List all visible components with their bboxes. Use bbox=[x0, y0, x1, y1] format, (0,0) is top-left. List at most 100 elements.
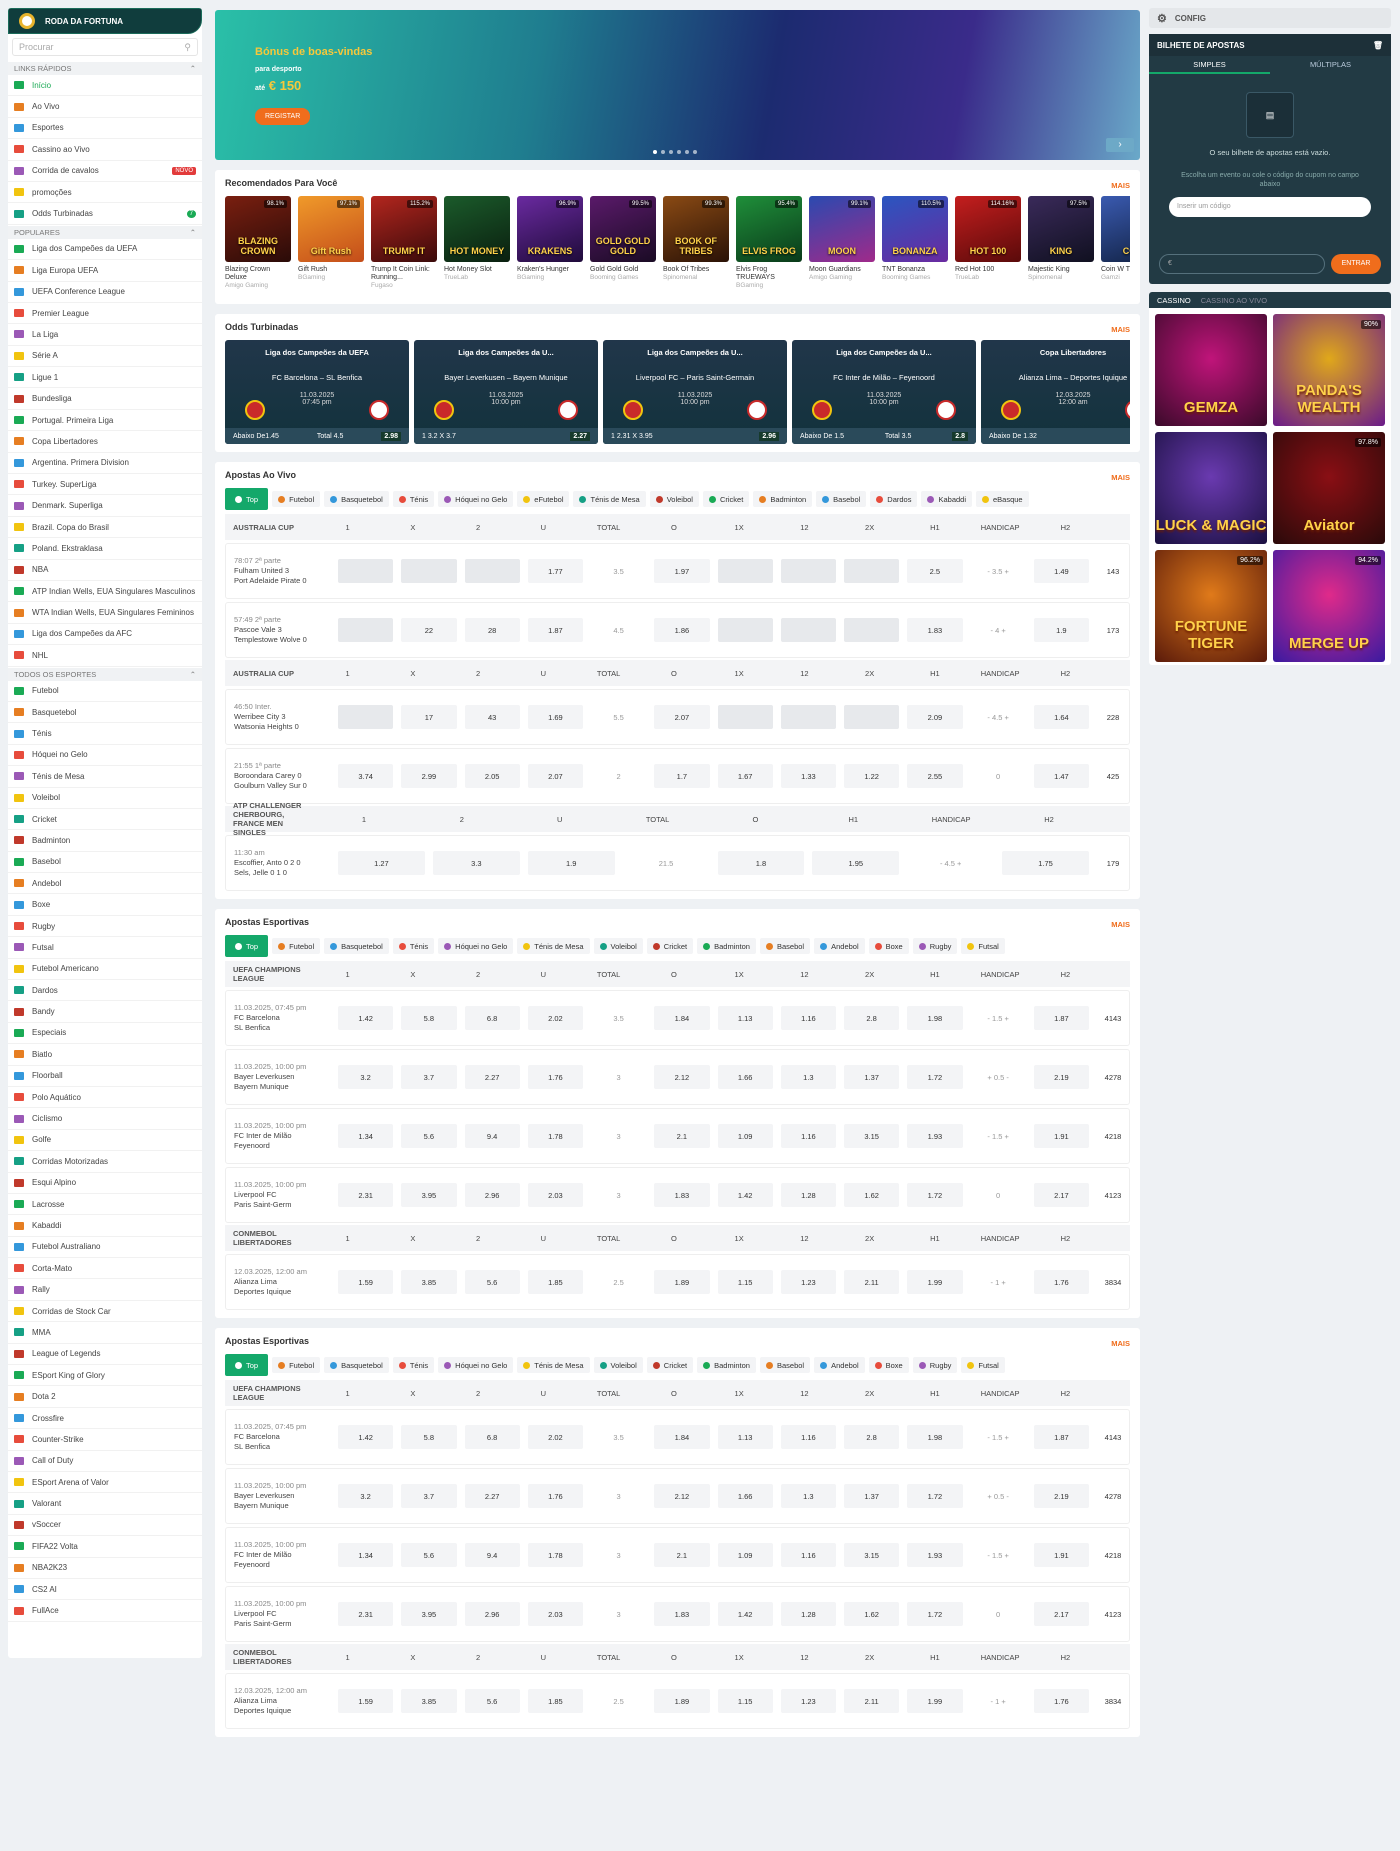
league-name[interactable]: AUSTRALIA CUP bbox=[225, 669, 315, 678]
odds-button[interactable]: 1.72 bbox=[907, 1484, 963, 1508]
odds-button[interactable]: 3.15 bbox=[844, 1124, 900, 1148]
game-tile[interactable]: 99.1% MOON Moon Guardians Amigo Gaming bbox=[809, 196, 875, 296]
sport-tab[interactable]: Top bbox=[225, 1354, 269, 1376]
game-thumbnail[interactable]: 95.4% ELVIS FROG bbox=[736, 196, 802, 262]
odds-button[interactable]: 2.17 bbox=[1033, 1183, 1089, 1207]
turbo-bet-bar[interactable]: Abaixo De 1.5 Total 3.5 2.8 bbox=[792, 428, 976, 444]
game-thumbnail[interactable]: 110.5% BONANZA bbox=[882, 196, 948, 262]
sport-tab[interactable]: eBasque bbox=[976, 491, 1029, 507]
sidebar-item[interactable]: Ligue 1 bbox=[8, 367, 202, 389]
game-thumbnail[interactable]: 114.16% HOT 100 bbox=[955, 196, 1021, 262]
sidebar-item[interactable]: Voleibol bbox=[8, 788, 202, 809]
odds-button[interactable]: 1.64 bbox=[1033, 705, 1089, 729]
sidebar-item[interactable]: ESport Arena of Valor bbox=[8, 1472, 202, 1494]
more-markets-count[interactable]: 173 bbox=[1097, 626, 1129, 635]
event-info[interactable]: 11.03.2025, 10:00 pm FC Inter de Milão Fey… bbox=[226, 1540, 338, 1570]
odds-button[interactable]: 5.6 bbox=[401, 1543, 457, 1567]
odds-button[interactable]: 1.87 bbox=[1033, 1006, 1089, 1030]
odds-button[interactable]: 1.85 bbox=[527, 1689, 583, 1713]
odds-button[interactable]: 3.3 bbox=[432, 851, 520, 875]
game-thumbnail[interactable]: 97.5% KING bbox=[1028, 196, 1094, 262]
odds-button[interactable]: 1.76 bbox=[527, 1065, 583, 1089]
sidebar-item[interactable]: MMA bbox=[8, 1322, 202, 1344]
sport-tab[interactable]: Ténis bbox=[392, 1357, 435, 1373]
more-markets-count[interactable]: 4278 bbox=[1097, 1492, 1129, 1501]
odds-button[interactable]: 1.83 bbox=[907, 618, 963, 642]
sidebar-item[interactable]: Copa Libertadores bbox=[8, 431, 202, 453]
odds-button[interactable]: 1.66 bbox=[717, 1065, 773, 1089]
odds-button[interactable]: 1.13 bbox=[717, 1425, 773, 1449]
odds-button[interactable]: 9.4 bbox=[464, 1124, 520, 1148]
turbo-odds-card[interactable]: Liga dos Campeões da U... Liverpool FC – … bbox=[603, 340, 787, 444]
casino-game-tile[interactable]: 96.2% FORTUNE TIGER bbox=[1155, 550, 1267, 662]
odds-button[interactable]: 5.6 bbox=[464, 1689, 520, 1713]
game-tile[interactable]: 115.2% TRUMP IT Trump It Coin Link: Runnin… bbox=[371, 196, 437, 296]
popular-header[interactable]: POPULARES ⌃ bbox=[8, 225, 202, 239]
sidebar-item[interactable]: CS2 AI bbox=[8, 1579, 202, 1601]
odds-button[interactable]: 1.42 bbox=[338, 1006, 394, 1030]
more-markets-count[interactable]: 4123 bbox=[1097, 1191, 1129, 1200]
stake-input[interactable]: € bbox=[1159, 254, 1325, 274]
sidebar-item[interactable]: Counter-Strike bbox=[8, 1429, 202, 1451]
sport-tab[interactable]: Cricket bbox=[702, 491, 750, 507]
game-thumbnail[interactable]: 98.1% BLAZING CROWN bbox=[225, 196, 291, 262]
event-info[interactable]: 11.03.2025, 10:00 pm Bayer Leverkusen Baye… bbox=[226, 1481, 338, 1511]
odds-button[interactable]: 1.98 bbox=[907, 1425, 963, 1449]
sidebar-item[interactable]: Lacrosse bbox=[8, 1194, 202, 1216]
odds-button[interactable]: 1.66 bbox=[717, 1484, 773, 1508]
sport-tab[interactable]: Boxe bbox=[868, 938, 909, 954]
sidebar-item[interactable]: Turkey. SuperLiga bbox=[8, 474, 202, 496]
odds-button[interactable]: 1.3 bbox=[780, 1484, 836, 1508]
casino-game-tile[interactable]: 94.2% MERGE UP bbox=[1273, 550, 1385, 662]
odds-button[interactable]: 1.85 bbox=[527, 1270, 583, 1294]
odds-button[interactable]: 1.89 bbox=[654, 1270, 710, 1294]
odds-button[interactable]: 2.17 bbox=[1033, 1602, 1089, 1626]
more-markets-count[interactable]: 3834 bbox=[1097, 1697, 1129, 1706]
sidebar-item[interactable]: Futebol Australiano bbox=[8, 1237, 202, 1259]
odds-button[interactable]: 9.4 bbox=[464, 1543, 520, 1567]
casino-game-tile[interactable]: GEMZA bbox=[1155, 314, 1267, 426]
sidebar-item[interactable]: FullAce bbox=[8, 1600, 202, 1622]
odds-button[interactable]: 28 bbox=[464, 618, 520, 642]
sidebar-item[interactable]: Corridas de Stock Car bbox=[8, 1301, 202, 1323]
event-info[interactable]: 11.03.2025, 10:00 pm Liverpool FC Paris Sa… bbox=[226, 1599, 338, 1629]
odds-button[interactable]: 6.8 bbox=[464, 1425, 520, 1449]
odds-button[interactable]: 2.31 bbox=[338, 1183, 394, 1207]
sidebar-item[interactable]: Bundesliga bbox=[8, 388, 202, 410]
odds-button[interactable]: 43 bbox=[464, 705, 520, 729]
odds-button[interactable]: 2.03 bbox=[527, 1602, 583, 1626]
event-info[interactable]: 78:07 2ª parte Fulham United 3 Port Adelai… bbox=[226, 556, 338, 586]
sidebar-item[interactable]: Poland. Ekstraklasa bbox=[8, 538, 202, 560]
sidebar-item[interactable]: Portugal. Primeira Liga bbox=[8, 410, 202, 432]
odds-button[interactable]: 1.13 bbox=[717, 1006, 773, 1030]
odds-button[interactable]: 1.15 bbox=[717, 1270, 773, 1294]
odds-button[interactable]: 22 bbox=[401, 618, 457, 642]
sidebar-item[interactable]: Biatlo bbox=[8, 1044, 202, 1066]
banner-next-arrow-icon[interactable]: › bbox=[1106, 138, 1134, 152]
sport-tab[interactable]: Cricket bbox=[646, 1357, 694, 1373]
game-tile[interactable]: 96.9% KRAKENS Kraken's Hunger BGaming bbox=[517, 196, 583, 296]
sports-bets-more-link[interactable]: MAIS bbox=[1111, 920, 1130, 929]
odds-button[interactable]: 5.6 bbox=[464, 1270, 520, 1294]
tab-multiplas[interactable]: MÚLTIPLAS bbox=[1270, 56, 1391, 74]
game-tile[interactable]: 98.1% BLAZING CROWN Blazing Crown Deluxe Am… bbox=[225, 196, 291, 296]
odds-button[interactable]: 3.95 bbox=[401, 1183, 457, 1207]
sport-tab[interactable]: Andebol bbox=[814, 938, 865, 954]
odds-button[interactable]: 1.62 bbox=[844, 1183, 900, 1207]
turbo-bet-bar[interactable]: 1 3.2 X 3.7 2.27 bbox=[414, 428, 598, 444]
odds-button[interactable]: 1.69 bbox=[527, 705, 583, 729]
sidebar-item[interactable]: Ténis bbox=[8, 723, 202, 745]
odds-button[interactable]: 1.23 bbox=[780, 1689, 836, 1713]
sidebar-item[interactable]: Corta-Mato bbox=[8, 1258, 202, 1280]
turbo-bet-bar[interactable]: 1 2.31 X 3.95 2.96 bbox=[603, 428, 787, 444]
odds-button[interactable]: 1.87 bbox=[1033, 1425, 1089, 1449]
game-thumbnail[interactable]: 99.1% MOON bbox=[809, 196, 875, 262]
sidebar-item[interactable]: FIFA22 Volta bbox=[8, 1536, 202, 1558]
sports-bets-more-link[interactable]: MAIS bbox=[1111, 1339, 1130, 1348]
coupon-code-input[interactable]: Inserir um código bbox=[1169, 197, 1371, 217]
odds-button[interactable]: 1.76 bbox=[1033, 1689, 1089, 1713]
more-markets-count[interactable]: 4143 bbox=[1097, 1433, 1129, 1442]
odds-button[interactable]: 1.42 bbox=[717, 1183, 773, 1207]
more-markets-count[interactable]: 4278 bbox=[1097, 1073, 1129, 1082]
turbo-odd[interactable]: 2.96 bbox=[759, 431, 779, 441]
